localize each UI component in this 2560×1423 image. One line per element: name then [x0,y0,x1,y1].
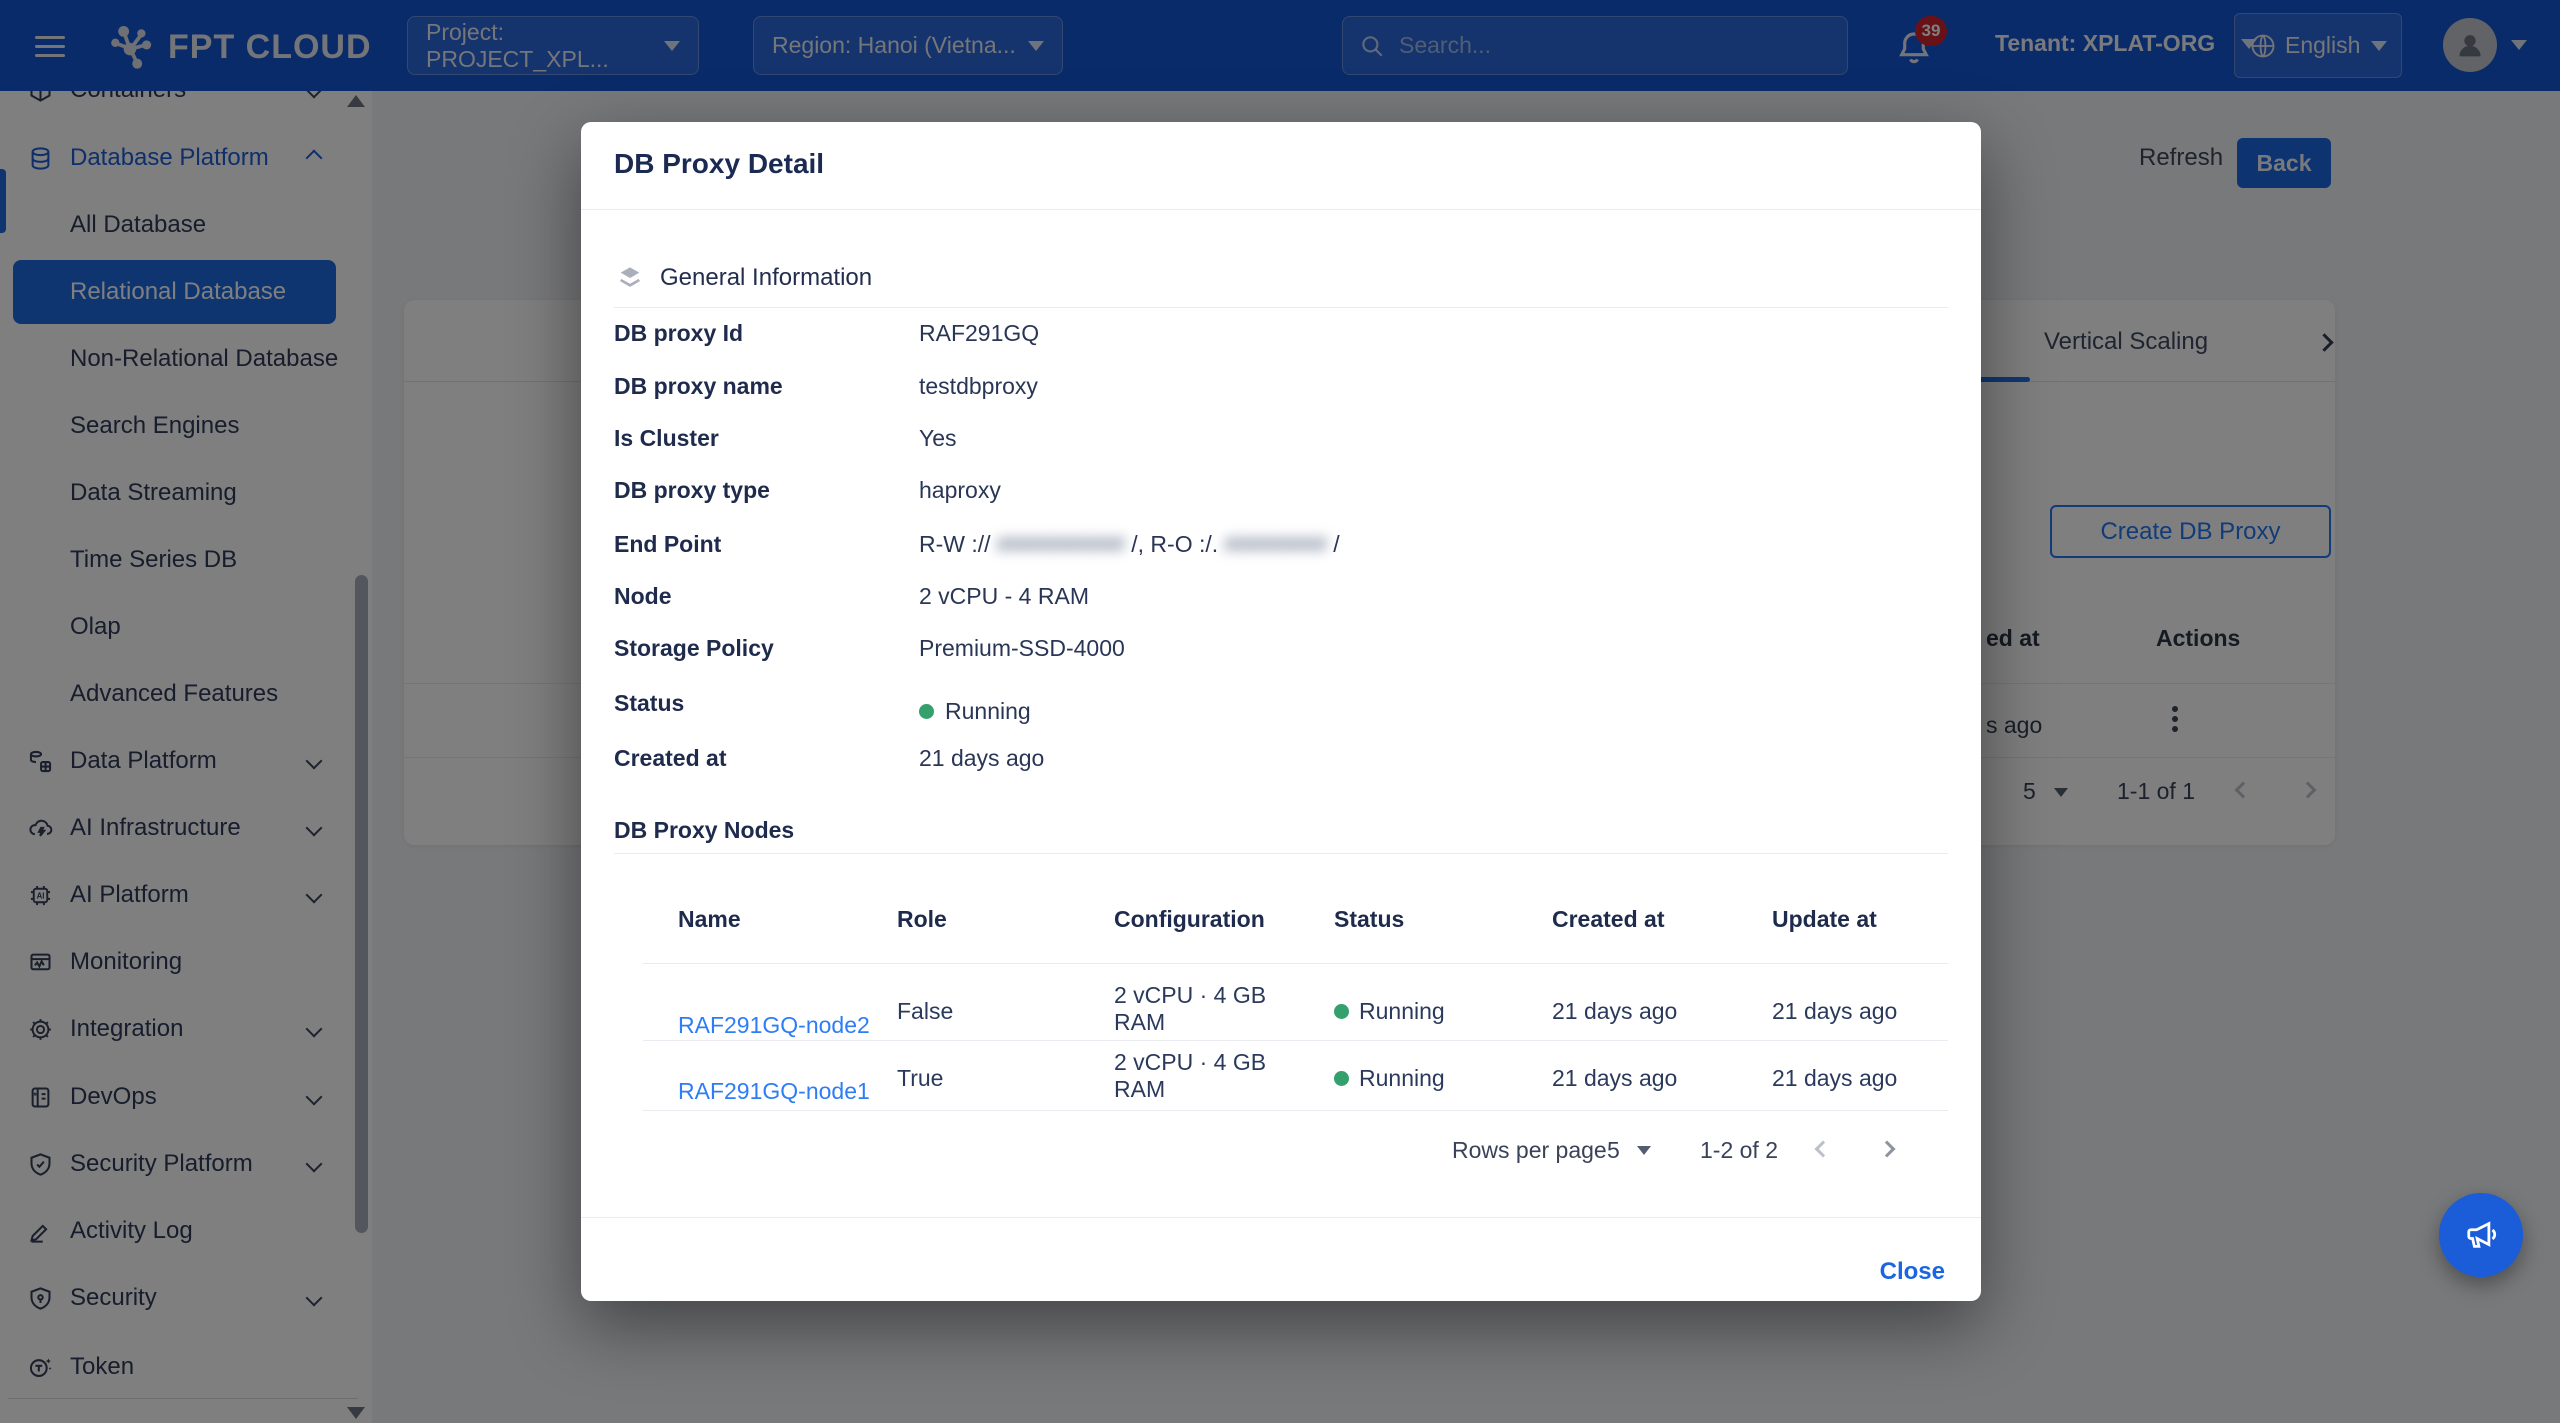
field-end-point: End Point R-W :// ########## /, R-O :/. … [614,531,1948,558]
field-value: RAF291GQ [919,320,1039,347]
endpoint-suffix: / [1333,531,1339,557]
rows-per-page-value[interactable]: 5 [1607,1137,1620,1164]
col-header-configuration: Configuration [1114,906,1265,933]
endpoint-rw-prefix: R-W :// [919,531,991,557]
field-label: Status [614,690,919,725]
field-db-proxy-id: DB proxy Id RAF291GQ [614,320,1948,347]
field-db-proxy-name: DB proxy name testdbproxy [614,373,1948,400]
table-divider [643,963,1948,964]
field-db-proxy-type: DB proxy type haproxy [614,477,1948,504]
field-storage-policy: Storage Policy Premium-SSD-4000 [614,635,1948,662]
config-line-1: 2 vCPU · 4 GB [1114,982,1266,1009]
general-information-section-header: General Information [614,262,872,294]
nodes-table-pagination: Rows per page 5 1-2 of 2 [581,1133,1948,1167]
node-config-cell: 2 vCPU · 4 GB RAM [1114,982,1266,1036]
field-label: Created at [614,745,919,772]
config-line-1: 2 vCPU · 4 GB [1114,1049,1266,1076]
table-divider [643,1040,1948,1041]
col-header-update-at: Update at [1772,906,1877,933]
pagination-range: 1-2 of 2 [1700,1137,1778,1164]
field-label: DB proxy type [614,477,919,504]
announcements-fab[interactable] [2439,1193,2523,1277]
field-label: DB proxy name [614,373,919,400]
status-dot-green [1334,1004,1349,1019]
field-is-cluster: Is Cluster Yes [614,425,1948,452]
field-value: testdbproxy [919,373,1038,400]
field-status: Status Running [614,690,1948,725]
node-status-cell: Running [1334,1065,1445,1092]
endpoint-redacted-segment: ######## [1225,531,1327,557]
node-updated-cell: 21 days ago [1772,1065,1897,1092]
field-value: Running [919,698,1031,725]
field-label: Node [614,583,919,610]
field-label: DB proxy Id [614,320,919,347]
node-name-link[interactable]: RAF291GQ-node2 [678,1012,870,1039]
section-divider [614,853,1948,854]
section-divider [614,307,1948,308]
rows-per-page-label: Rows per page [1452,1137,1607,1164]
node-created-cell: 21 days ago [1552,998,1677,1025]
node-name-link[interactable]: RAF291GQ-node1 [678,1078,870,1105]
db-proxy-detail-modal: DB Proxy Detail General Information DB p… [581,122,1981,1301]
status-text: Running [1359,998,1445,1025]
status-text: Running [1359,1065,1445,1092]
field-label: End Point [614,531,919,558]
megaphone-icon [2460,1214,2502,1256]
table-divider [643,1110,1948,1111]
col-header-name: Name [678,906,741,933]
field-value: Premium-SSD-4000 [919,635,1125,662]
node-role-cell: True [897,1065,943,1092]
node-config-cell: 2 vCPU · 4 GB RAM [1114,1049,1266,1103]
node-created-cell: 21 days ago [1552,1065,1677,1092]
status-text: Running [945,698,1031,725]
field-node: Node 2 vCPU - 4 RAM [614,583,1948,610]
dropdown-caret-icon [1637,1146,1651,1155]
close-button[interactable]: Close [1880,1244,1945,1300]
node-status-cell: Running [1334,998,1445,1025]
config-line-2: RAM [1114,1076,1266,1103]
field-value: 2 vCPU - 4 RAM [919,583,1089,610]
field-value: haproxy [919,477,1001,504]
modal-header-divider [581,209,1981,210]
field-value: 21 days ago [919,745,1044,772]
node-role-cell: False [897,998,953,1025]
config-line-2: RAM [1114,1009,1266,1036]
layers-icon [614,262,646,294]
prev-page-button[interactable] [1815,1141,1832,1158]
endpoint-ro-prefix: /, R-O :/. [1131,531,1218,557]
nodes-table-header: Name Role Configuration Status Created a… [614,906,1948,938]
col-header-role: Role [897,906,947,933]
status-dot-green [919,704,934,719]
field-value: Yes [919,425,957,452]
section-title: General Information [660,264,872,292]
modal-footer-divider [581,1217,1981,1218]
field-label: Is Cluster [614,425,919,452]
field-created-at: Created at 21 days ago [614,745,1948,772]
status-dot-green [1334,1071,1349,1086]
db-proxy-nodes-heading: DB Proxy Nodes [614,817,794,844]
col-header-status: Status [1334,906,1404,933]
col-header-created-at: Created at [1552,906,1664,933]
next-page-button[interactable] [1879,1141,1896,1158]
field-label: Storage Policy [614,635,919,662]
table-row: RAF291GQ-node1 True 2 vCPU · 4 GB RAM Ru… [614,1044,1948,1114]
endpoint-redacted-segment: ########## [997,531,1125,557]
node-updated-cell: 21 days ago [1772,998,1897,1025]
field-value: R-W :// ########## /, R-O :/. ######## / [919,531,1340,558]
modal-title: DB Proxy Detail [614,148,824,180]
